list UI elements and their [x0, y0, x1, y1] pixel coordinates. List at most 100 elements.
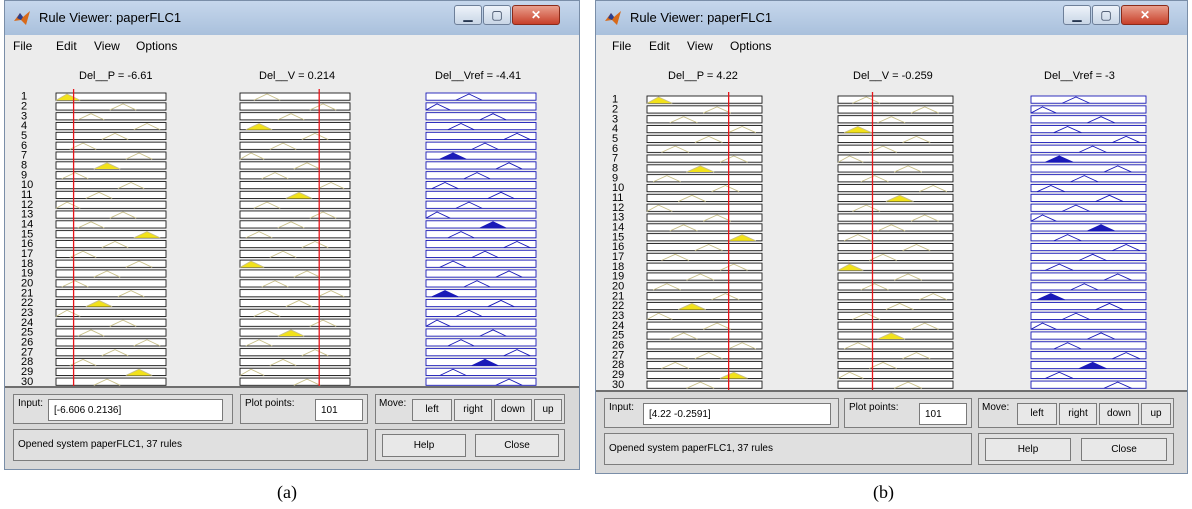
move-label: Move:	[379, 398, 407, 409]
rule-bar	[646, 193, 763, 202]
rule-grid[interactable]: 1234567891011121314151617181920212223242…	[596, 1, 1187, 395]
input-field[interactable]	[643, 403, 831, 425]
rule-bar	[1030, 184, 1147, 193]
move-left-button[interactable]: left	[412, 399, 452, 421]
rule-bar	[239, 239, 351, 249]
move-down-button[interactable]: down	[494, 399, 532, 421]
rule-bar	[239, 279, 351, 288]
caption-b: (b)	[873, 482, 894, 502]
rule-bar	[837, 242, 954, 252]
help-button[interactable]: Help	[382, 434, 466, 457]
rule-bar	[1030, 242, 1147, 252]
rule-bar	[55, 279, 167, 288]
move-panel: Move: left right down up	[375, 394, 565, 424]
rule-bar	[1030, 233, 1147, 242]
rule-bar	[55, 269, 167, 278]
rule-bar	[646, 242, 763, 252]
rule-bar	[646, 174, 763, 183]
move-left-button[interactable]: left	[1017, 403, 1057, 425]
rule-bar	[837, 223, 954, 232]
rule-bar	[425, 348, 537, 357]
rule-bar	[1030, 341, 1147, 350]
rule-bar	[646, 301, 763, 311]
rule-bar	[646, 105, 763, 114]
rule-bar	[239, 230, 351, 239]
move-up-button[interactable]: up	[1141, 403, 1171, 425]
rule-bar	[239, 181, 351, 190]
rule-bar	[646, 115, 763, 124]
rule-bar	[837, 282, 954, 291]
rule-bar	[55, 210, 167, 219]
rule-bar	[837, 351, 954, 360]
rule-bar	[646, 341, 763, 350]
rule-bar	[837, 164, 954, 173]
rule-bar	[55, 239, 167, 249]
rule-bar	[837, 360, 954, 370]
rule-bar	[425, 230, 537, 239]
rule-bar	[1030, 223, 1147, 232]
rule-bar	[646, 380, 763, 389]
rule-bar	[425, 220, 537, 229]
rule-bar	[646, 272, 763, 281]
input-field[interactable]	[48, 399, 223, 421]
rule-bar	[239, 249, 351, 258]
move-right-button[interactable]: right	[454, 399, 492, 421]
rule-viewer-window-a: Rule Viewer: paperFLC1 ▁ ▢ ✕ File Edit V…	[4, 0, 580, 470]
help-button[interactable]: Help	[985, 438, 1071, 461]
status-panel: Opened system paperFLC1, 37 rules	[604, 433, 972, 465]
rule-bar	[239, 112, 351, 121]
rule-bar	[55, 102, 167, 111]
rule-bar	[239, 220, 351, 229]
rule-bar	[1030, 203, 1147, 212]
rule-bar	[425, 279, 537, 288]
close-button[interactable]: Close	[475, 434, 559, 457]
rule-bar	[239, 377, 351, 386]
help-close-panel: Help Close	[978, 433, 1174, 465]
rule-bar	[55, 112, 167, 121]
rule-grid[interactable]: 1234567891011121314151617181920212223242…	[5, 1, 579, 395]
rule-bar	[55, 122, 167, 131]
rule-bar	[425, 338, 537, 347]
rule-bar	[425, 181, 537, 190]
rule-bar	[837, 184, 954, 193]
rule-bar	[55, 318, 167, 327]
plot-points-field[interactable]	[315, 399, 363, 421]
move-right-button[interactable]: right	[1059, 403, 1097, 425]
input-label: Input:	[18, 398, 44, 409]
rule-bar	[55, 220, 167, 229]
rule-bar	[646, 321, 763, 330]
rule-bar	[646, 184, 763, 193]
rule-bar	[837, 301, 954, 311]
rule-bar	[55, 171, 167, 180]
rule-bar	[837, 252, 954, 261]
rule-bar	[425, 239, 537, 249]
control-panel: Input: Plot points: Move: left right dow…	[596, 390, 1187, 473]
rule-bar	[425, 122, 537, 131]
input-panel: Input:	[13, 394, 233, 424]
input-label: Input:	[609, 402, 635, 413]
rule-bar	[239, 171, 351, 180]
rule-bar	[425, 141, 537, 150]
plot-points-field[interactable]	[919, 403, 967, 425]
rule-bar	[646, 292, 763, 301]
rule-bar	[425, 328, 537, 337]
rule-bar	[837, 272, 954, 281]
rule-bar	[239, 161, 351, 170]
input-panel: Input:	[604, 398, 839, 428]
rule-bar	[837, 233, 954, 242]
rule-bar	[1030, 311, 1147, 320]
rule-bar	[837, 144, 954, 153]
rule-bar	[239, 141, 351, 150]
plot-points-panel: Plot points:	[844, 398, 972, 428]
status-panel: Opened system paperFLC1, 37 rules	[13, 429, 368, 461]
control-panel: Input: Plot points: Move: left right dow…	[5, 386, 579, 469]
rule-bar	[239, 298, 351, 308]
move-down-button[interactable]: down	[1099, 403, 1139, 425]
rule-bar	[1030, 174, 1147, 183]
move-up-button[interactable]: up	[534, 399, 562, 421]
rule-number-label: 30	[612, 379, 624, 391]
rule-bar	[646, 134, 763, 144]
rule-bar	[1030, 144, 1147, 153]
close-button[interactable]: Close	[1081, 438, 1167, 461]
rule-bar	[646, 282, 763, 291]
